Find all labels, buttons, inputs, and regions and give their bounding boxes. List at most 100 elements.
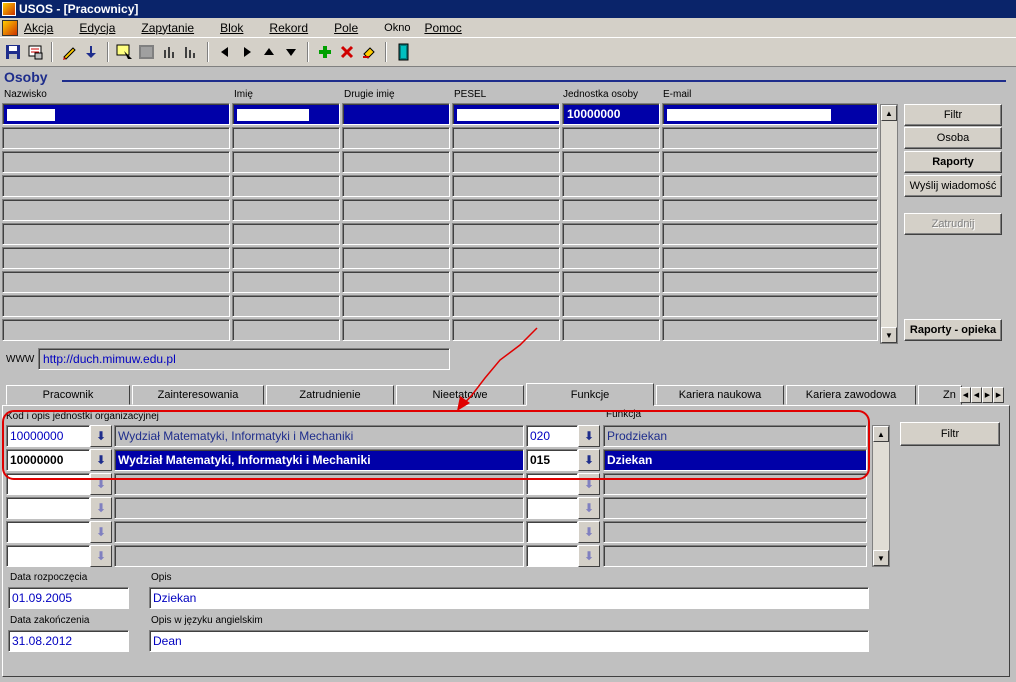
osoby-scrollbar[interactable]: ▲ ▼ [880,104,898,344]
osoby-cell-imie[interactable] [232,223,340,245]
tab-zatrudnienie[interactable]: Zatrudnienie [266,385,394,405]
osoby-cell-imie[interactable] [232,103,340,125]
raporty-button[interactable]: Raporty [904,151,1002,173]
osoby-cell-imie[interactable] [232,175,340,197]
osoby-cell-pesel[interactable] [452,199,560,221]
osoby-cell-drugie-imie[interactable] [342,319,450,341]
osoby-cell-email[interactable] [662,127,878,149]
menu-zapytanie[interactable]: Zapytanie [141,21,194,35]
osoby-cell-email[interactable] [662,271,878,293]
osoby-cell-imie[interactable] [232,127,340,149]
osoby-cell-email[interactable] [662,223,878,245]
previous-block-icon[interactable] [258,41,280,63]
osoby-cell-nazwisko[interactable] [2,271,230,293]
menu-pomoc[interactable]: Pomoc [424,21,461,35]
osoby-cell-imie[interactable] [232,271,340,293]
lov-arrow-down-icon[interactable]: ⬇ [578,449,600,471]
menu-rekord[interactable]: Rekord [269,21,308,35]
osoby-cell-drugie-imie[interactable] [342,247,450,269]
opis-jednostki-field[interactable] [114,473,524,495]
kod-jednostki-field[interactable]: 10000000 [6,425,90,447]
kod-jednostki-field[interactable] [6,545,90,567]
osoby-cell-nazwisko[interactable] [2,223,230,245]
osoby-cell-pesel[interactable] [452,271,560,293]
osoby-cell-email[interactable] [662,319,878,341]
opis-jednostki-field[interactable]: Wydział Matematyki, Informatyki i Mechan… [114,425,524,447]
lov-arrow-down-icon[interactable]: ⬇ [90,545,112,567]
scroll-up-icon[interactable]: ▲ [881,105,897,121]
osoby-cell-imie[interactable] [232,295,340,317]
opis-field[interactable]: Dziekan [149,587,869,609]
osoby-cell-email[interactable] [662,151,878,173]
tab-kariera-zawodowa[interactable]: Kariera zawodowa [786,385,916,405]
tab-next-icon[interactable]: ▶ [982,387,993,403]
osoby-cell-jednostka[interactable] [562,223,660,245]
tab-zn[interactable]: Zn [918,385,962,405]
scroll-up-icon[interactable]: ▲ [873,426,889,442]
kod-funkcji-field[interactable]: 020 [526,425,578,447]
osoby-cell-email[interactable] [662,247,878,269]
tab-pracownik[interactable]: Pracownik [6,385,130,405]
osoby-cell-jednostka[interactable] [562,247,660,269]
edit-icon[interactable] [58,41,80,63]
opis-angielski-field[interactable]: Dean [149,630,869,652]
data-zakonczenia-field[interactable]: 31.08.2012 [8,630,129,652]
osoby-cell-pesel[interactable] [452,103,560,125]
print-icon[interactable] [24,41,46,63]
clear-record-icon[interactable] [358,41,380,63]
kod-jednostki-field[interactable] [6,521,90,543]
osoby-cell-drugie-imie[interactable] [342,295,450,317]
tab-funkcje[interactable]: Funkcje [526,383,654,406]
osoby-cell-drugie-imie[interactable] [342,199,450,221]
funkcja-field[interactable] [603,545,867,567]
osoby-cell-jednostka[interactable] [562,199,660,221]
osoby-cell-imie[interactable] [232,247,340,269]
osoby-cell-jednostka[interactable] [562,295,660,317]
osoby-cell-pesel[interactable] [452,295,560,317]
zatrudnij-button[interactable]: Zatrudnij [904,213,1002,235]
funkcja-field[interactable]: Prodziekan [603,425,867,447]
osoby-cell-email[interactable] [662,295,878,317]
tab-prev-icon[interactable]: ◀ [971,387,982,403]
menu-akcja[interactable]: Akcja [24,21,53,35]
opis-jednostki-field[interactable]: Wydział Matematyki, Informatyki i Mechan… [114,449,524,471]
lov-arrow-down-icon[interactable]: ⬇ [578,545,600,567]
lov-arrow-down-icon[interactable]: ⬇ [90,425,112,447]
osoby-cell-nazwisko[interactable] [2,295,230,317]
funkcja-field[interactable] [603,473,867,495]
osoba-button[interactable]: Osoba [904,127,1002,149]
lov-arrow-down-icon[interactable]: ⬇ [90,473,112,495]
kod-jednostki-field[interactable]: 10000000 [6,449,90,471]
lov-arrow-down-icon[interactable]: ⬇ [578,425,600,447]
osoby-cell-drugie-imie[interactable] [342,271,450,293]
next-block-icon[interactable] [280,41,302,63]
insert-record-icon[interactable] [314,41,336,63]
menu-pole[interactable]: Pole [334,21,358,35]
menu-blok[interactable]: Blok [220,21,243,35]
scroll-down-icon[interactable]: ▼ [881,327,897,343]
osoby-cell-drugie-imie[interactable] [342,175,450,197]
filtr-button[interactable]: Filtr [904,104,1002,126]
kod-funkcji-field[interactable] [526,545,578,567]
lov-arrow-down-icon[interactable]: ⬇ [578,521,600,543]
osoby-cell-nazwisko[interactable] [2,247,230,269]
osoby-cell-drugie-imie[interactable] [342,151,450,173]
tab-kariera-naukowa[interactable]: Kariera naukowa [656,385,784,405]
opis-jednostki-field[interactable] [114,497,524,519]
osoby-cell-imie[interactable] [232,319,340,341]
osoby-cell-pesel[interactable] [452,151,560,173]
funkcja-field[interactable] [603,521,867,543]
scroll-down-icon[interactable]: ▼ [873,550,889,566]
exit-icon[interactable] [392,41,414,63]
menu-edycja[interactable]: Edycja [79,21,115,35]
osoby-cell-drugie-imie[interactable] [342,223,450,245]
osoby-cell-pesel[interactable] [452,247,560,269]
save-icon[interactable] [2,41,24,63]
opis-jednostki-field[interactable] [114,521,524,543]
kod-funkcji-field[interactable] [526,497,578,519]
kod-jednostki-field[interactable] [6,473,90,495]
osoby-cell-pesel[interactable] [452,175,560,197]
osoby-cell-nazwisko[interactable] [2,103,230,125]
lov-arrow-down-icon[interactable]: ⬇ [578,473,600,495]
osoby-cell-jednostka[interactable] [562,151,660,173]
